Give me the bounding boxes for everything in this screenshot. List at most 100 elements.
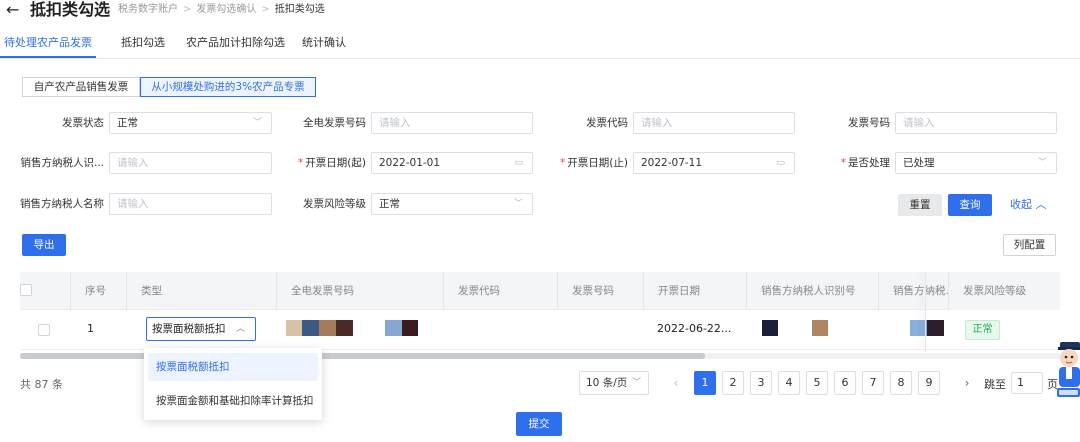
risk-level-value: 正常 — [379, 198, 400, 210]
col-invoice-code: 发票代码 — [443, 272, 557, 310]
page-button-6[interactable]: 6 — [834, 371, 856, 395]
tab-pending-agri-invoices[interactable]: 待处理农产品发票 — [4, 34, 92, 50]
prev-page-icon[interactable]: ‹ — [667, 371, 685, 395]
jump-label: 跳至 — [984, 378, 1006, 391]
invoice-code-label: 发票代码 — [586, 117, 628, 129]
masked-block — [762, 320, 778, 336]
date-end-label: * 开票日期(止) — [544, 152, 628, 174]
column-config-button[interactable]: 列配置 — [1003, 234, 1056, 256]
processed-value: 已处理 — [903, 157, 935, 169]
invoice-code-input[interactable]: 请输入 — [633, 112, 795, 134]
chevron-down-icon: ﹀ — [252, 118, 262, 128]
row-checkbox[interactable] — [38, 324, 50, 336]
table-row: 1 按票面税额抵扣 ︿ 2022-06-22... 正常 — [20, 310, 1060, 350]
breadcrumb-item[interactable]: 税务数字账户 — [118, 4, 178, 15]
date-start-label-text: 开票日期(起) — [305, 157, 366, 169]
chevron-down-icon: ﹀ — [1037, 158, 1047, 168]
processed-label: * 是否处理 — [822, 152, 890, 174]
breadcrumb-item[interactable]: 发票勾选确认 — [196, 4, 256, 15]
invoice-code-placeholder: 请输入 — [641, 117, 673, 129]
segment-self-produced-sales[interactable]: 自产农产品销售发票 — [22, 77, 140, 97]
select-all-header — [20, 272, 70, 310]
row-invoice-date: 2022-06-22... — [657, 322, 732, 335]
page-button-5[interactable]: 5 — [806, 371, 828, 395]
processed-label-text: 是否处理 — [848, 157, 890, 169]
required-mark: * — [298, 157, 304, 169]
dropdown-option-base-rate[interactable]: 按票面金额和基础扣除率计算抵扣 — [148, 387, 318, 415]
date-start-label: * 开票日期(起) — [282, 152, 366, 174]
query-button[interactable]: 查询 — [948, 194, 992, 216]
seller-taxid-input[interactable]: 请输入 — [109, 152, 272, 174]
collapse-button[interactable]: 收起 ︿ — [1010, 194, 1047, 216]
masked-block — [927, 320, 944, 336]
reset-button[interactable]: 重置 — [898, 194, 942, 216]
page-size-value: 10 条/页 — [586, 377, 628, 389]
page-button-2[interactable]: 2 — [722, 371, 744, 395]
type-select[interactable]: 按票面税额抵扣 ︿ — [146, 317, 256, 341]
submit-button[interactable]: 提交 — [516, 412, 562, 436]
breadcrumb-separator-icon: > — [183, 4, 192, 15]
risk-level-tag: 正常 — [965, 320, 1000, 340]
next-page-icon[interactable]: › — [958, 371, 976, 395]
invoice-no-placeholder: 请输入 — [903, 117, 935, 129]
date-end-label-text: 开票日期(止) — [567, 157, 628, 169]
page-button-8[interactable]: 8 — [890, 371, 912, 395]
risk-level-label: 发票风险等级 — [303, 198, 366, 210]
required-mark: * — [560, 157, 566, 169]
dropdown-option-tax-amount[interactable]: 按票面税额抵扣 — [148, 353, 318, 381]
masked-block — [286, 320, 302, 336]
page-button-1[interactable]: 1 — [694, 371, 716, 395]
elec-invoice-no-input[interactable]: 请输入 — [371, 112, 533, 134]
invoice-status-label: 发票状态 — [62, 117, 104, 129]
invoice-status-select[interactable]: 正常 ﹀ — [109, 112, 272, 134]
chevron-down-icon: ﹀ — [513, 199, 523, 209]
calendar-icon: ▭ — [514, 158, 523, 168]
total-count: 共 87 条 — [20, 378, 63, 391]
page-button-7[interactable]: 7 — [862, 371, 884, 395]
col-invoice-date: 开票日期 — [643, 272, 746, 310]
page-button-4[interactable]: 4 — [778, 371, 800, 395]
fixed-column-divider — [925, 272, 926, 352]
tab-deduction-select[interactable]: 抵扣勾选 — [121, 34, 165, 50]
col-seller-name: 销售方纳税... — [878, 272, 956, 310]
date-start-value: 2022-01-01 — [379, 157, 441, 169]
scrollbar-thumb[interactable] — [20, 353, 705, 359]
chevron-up-icon: ︿ — [235, 324, 245, 334]
row-index: 1 — [87, 322, 94, 335]
assistant-mascot-icon[interactable] — [1055, 338, 1080, 404]
segment-small-scale-3pct[interactable]: 从小规模处购进的3%农产品专票 — [140, 77, 316, 97]
col-risk-level: 发票风险等级 — [948, 272, 1060, 310]
collapse-label: 收起 — [1010, 198, 1032, 211]
page-button-3[interactable]: 3 — [750, 371, 772, 395]
masked-block — [812, 320, 828, 336]
tab-statistics-confirm[interactable]: 统计确认 — [302, 34, 346, 50]
breadcrumb-current: 抵扣类勾选 — [274, 4, 325, 15]
back-arrow-icon[interactable]: ← — [6, 1, 19, 19]
chevron-down-icon: ﹀ — [631, 378, 641, 388]
export-button[interactable]: 导出 — [22, 234, 66, 256]
page-button-9[interactable]: 9 — [918, 371, 940, 395]
invoice-no-input[interactable]: 请输入 — [895, 112, 1057, 134]
col-index: 序号 — [70, 272, 126, 310]
tab-bar: 待处理农产品发票 抵扣勾选 农产品加计扣除勾选 统计确认 — [0, 29, 1080, 59]
active-tab-indicator — [0, 56, 96, 58]
processed-select[interactable]: 已处理 ﹀ — [895, 152, 1057, 174]
chevron-up-icon: ︿ — [1035, 198, 1047, 211]
masked-block — [402, 320, 418, 336]
date-start-picker[interactable]: 2022-01-01 ▭ — [371, 152, 533, 174]
breadcrumb-separator-icon: > — [261, 4, 270, 15]
tab-agri-extra-deduction[interactable]: 农产品加计扣除勾选 — [186, 34, 285, 50]
seller-name-input[interactable]: 请输入 — [109, 193, 272, 215]
date-end-picker[interactable]: 2022-07-11 ▭ — [633, 152, 795, 174]
risk-level-select[interactable]: 正常 ﹀ — [371, 193, 533, 215]
masked-block — [319, 320, 336, 336]
jump-page-input[interactable]: 1 — [1011, 372, 1043, 394]
col-type: 类型 — [126, 272, 276, 310]
page-size-select[interactable]: 10 条/页 ﹀ — [579, 371, 649, 395]
elec-invoice-no-placeholder: 请输入 — [379, 117, 411, 129]
masked-block — [302, 320, 319, 336]
seller-taxid-placeholder: 请输入 — [117, 157, 149, 169]
required-mark: * — [840, 157, 846, 169]
select-all-checkbox[interactable] — [20, 284, 32, 296]
date-end-value: 2022-07-11 — [641, 157, 703, 169]
